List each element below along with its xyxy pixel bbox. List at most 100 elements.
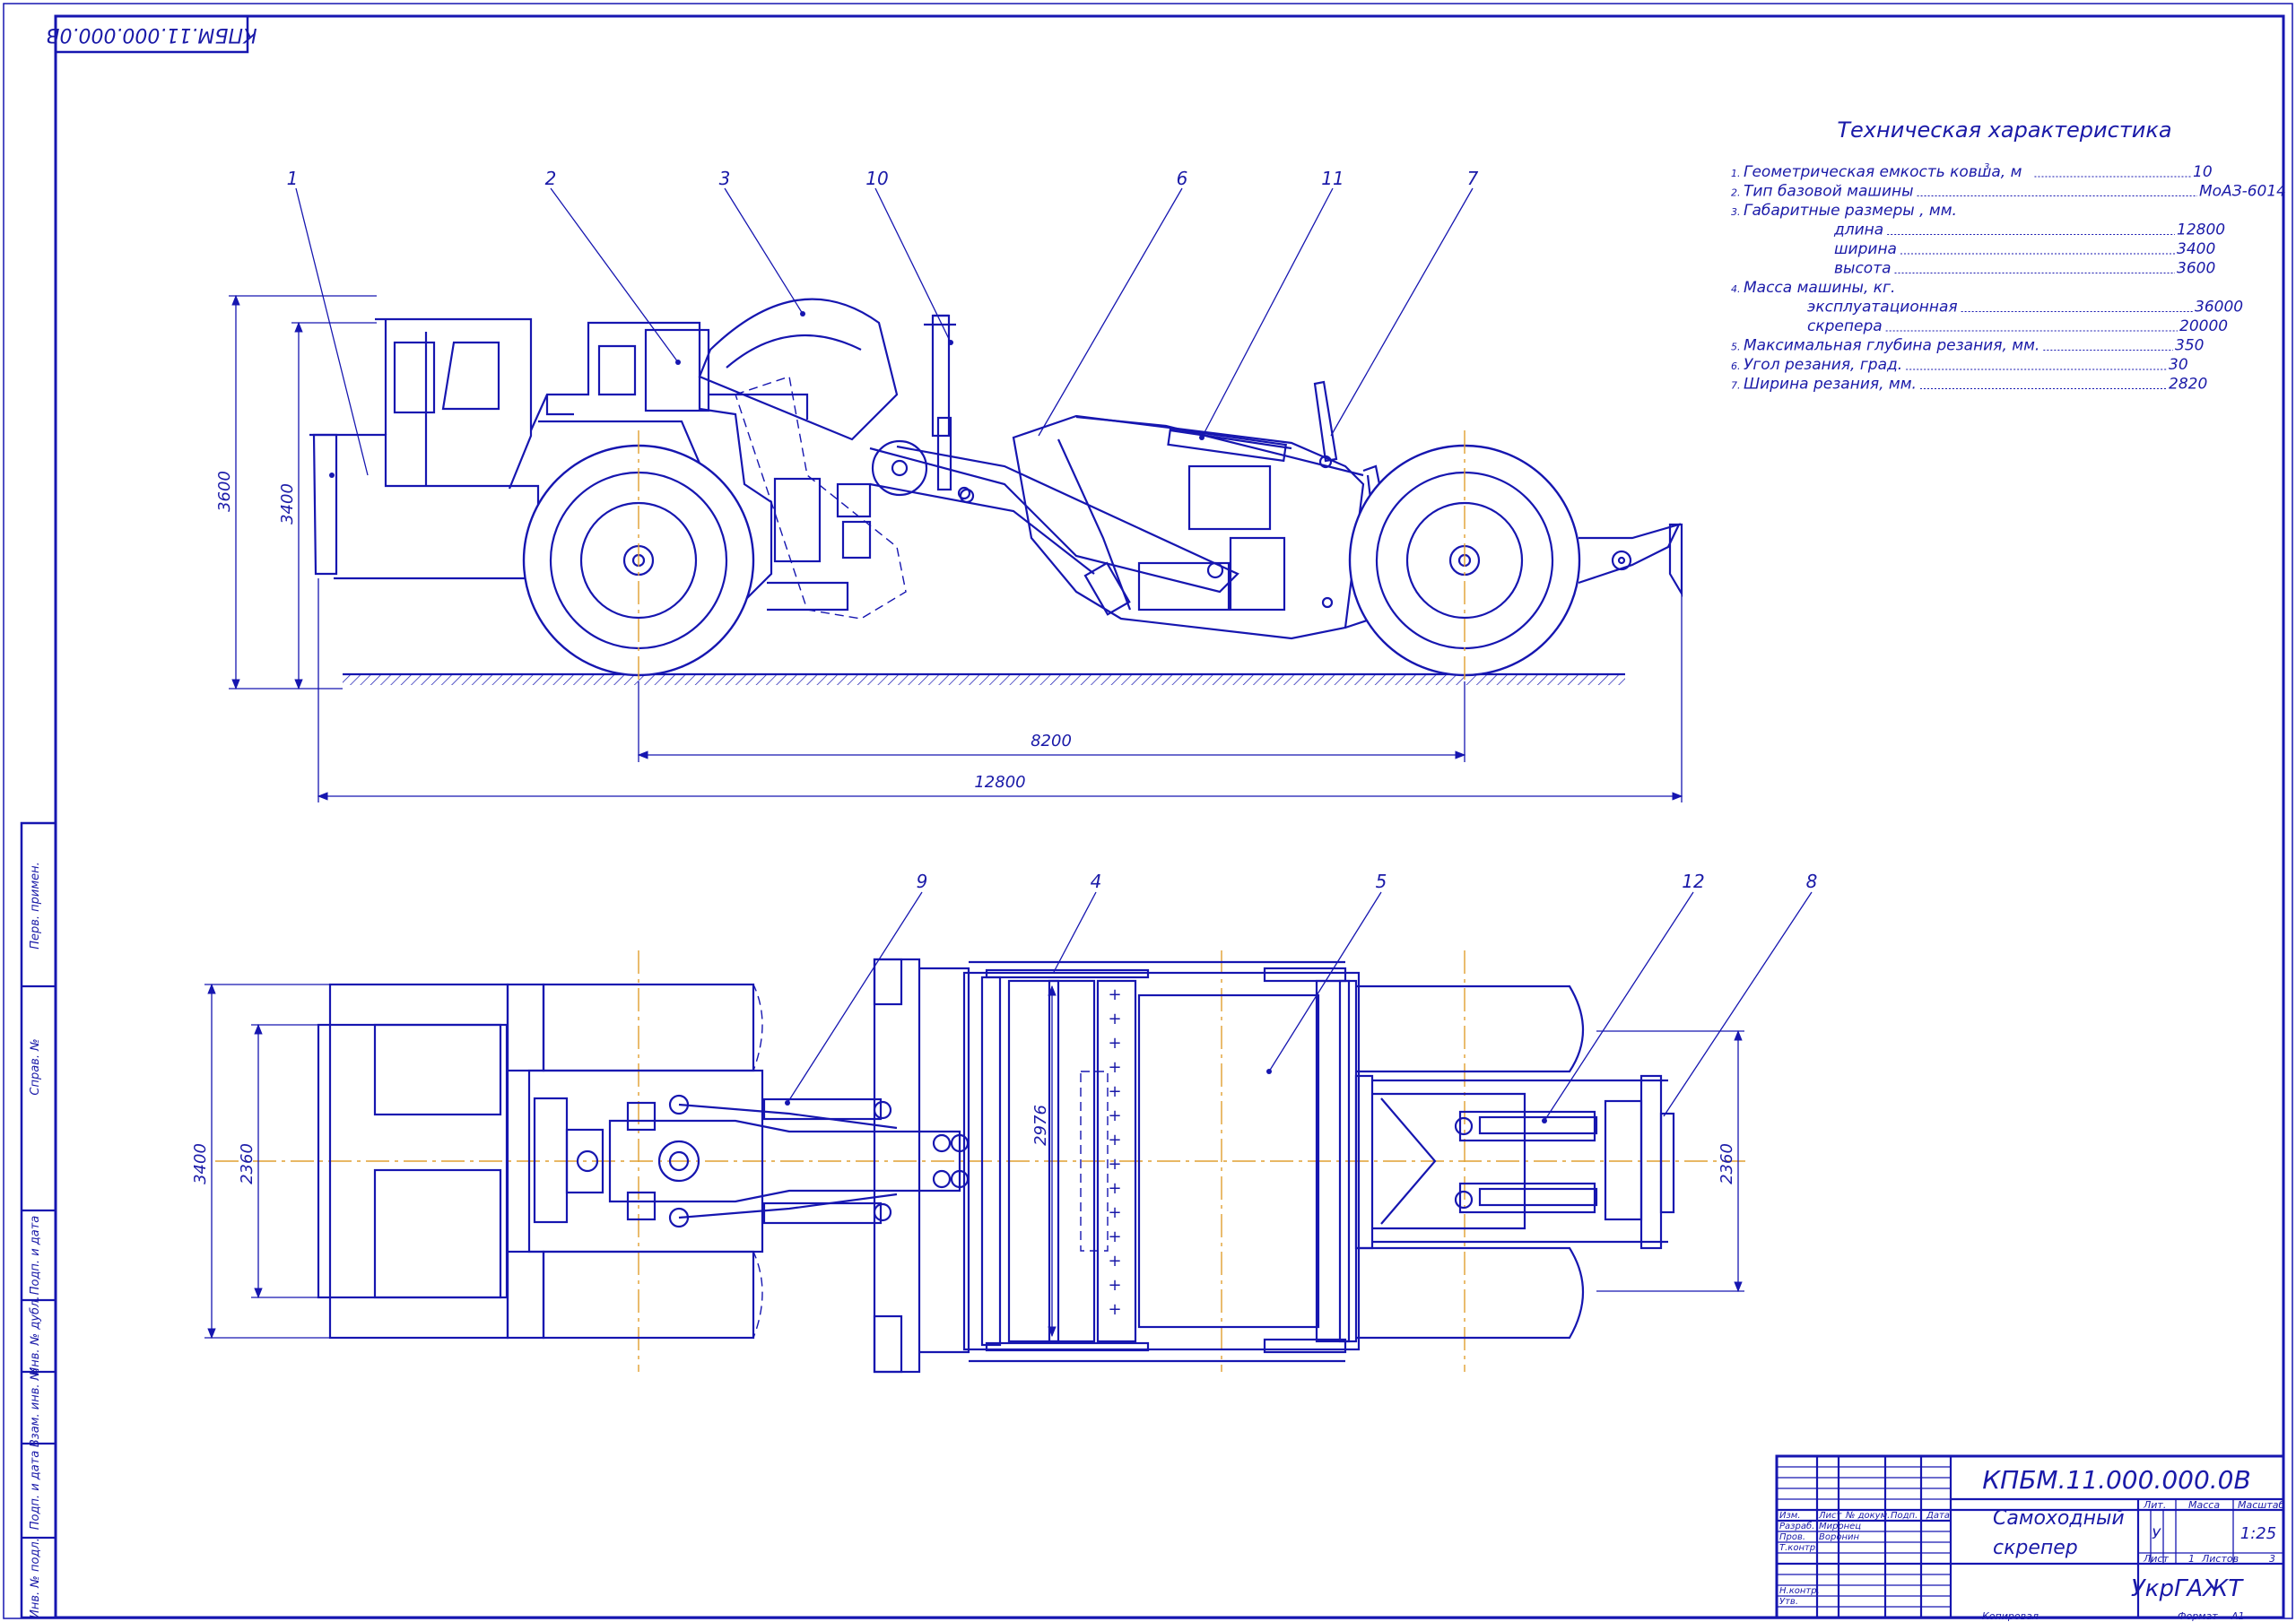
tb-role-1: Пров.: [1779, 1532, 1805, 1542]
spec-label-7: эксплуатационная: [1807, 299, 1958, 317]
tb-sheets-value: 3: [2269, 1553, 2275, 1565]
tb-col-list: Лист: [1818, 1511, 1843, 1521]
callout-9: 9: [917, 871, 928, 892]
strip-label-0: Перв. примен.: [29, 862, 42, 950]
plan-callouts: 9 4 5 12 8: [785, 871, 1817, 1123]
callout-11: 11: [1321, 168, 1344, 189]
spec-label-10: Угол резания, град.: [1744, 356, 1902, 374]
strip-label-6: Инв. № подл.: [29, 1538, 42, 1618]
spec-value-10: 30: [2169, 356, 2188, 374]
callout-5: 5: [1376, 871, 1387, 892]
tb-org: УкрГАЖТ: [2131, 1575, 2244, 1602]
dim-wheelbase: 8200: [1031, 732, 1072, 750]
spec-label-1: Тип базовой машины: [1744, 183, 1914, 201]
tb-mass-label: Масса: [2188, 1499, 2220, 1511]
spec-num-1: 2.: [1731, 187, 1741, 199]
tb-role-4: Утв.: [1779, 1597, 1798, 1607]
spec-num-2: 3.: [1731, 206, 1741, 218]
dim-plan-width: 3400: [191, 1143, 210, 1184]
tb-role-0: Разраб.: [1779, 1521, 1814, 1531]
tb-designation: КПБМ.11.000.000.0В: [1982, 1465, 2250, 1495]
spec-label-5: высота: [1834, 260, 1892, 278]
tb-scale-label: Масштаб: [2238, 1499, 2284, 1511]
strip-label-3: Инв. № дубл.: [29, 1297, 42, 1376]
callout-4: 4: [1091, 871, 1102, 892]
plan-view: ++++++++++++++ 3400 2360 2976 2360 9 4 5…: [191, 871, 1817, 1374]
spec-sup-0: 3: [1984, 162, 1989, 172]
spec-value-4: 3400: [2177, 240, 2215, 258]
top-stamp: КПБМ.11.000.000.0В: [46, 14, 257, 54]
tb-name-line1: Самоходный: [1993, 1507, 2125, 1530]
spec-value-7: 36000: [2195, 299, 2243, 317]
tb-name-0: Миронец: [1819, 1522, 1861, 1531]
tb-format-value: А1: [2231, 1610, 2245, 1622]
tb-lit-label: Лит.: [2143, 1499, 2166, 1511]
strip-label-1: Справ. №: [29, 1038, 42, 1095]
callout-1: 1: [287, 168, 299, 189]
plus-mark: +: [1108, 1034, 1121, 1053]
plus-mark: +: [1108, 985, 1121, 1004]
dim-length: 12800: [974, 773, 1025, 792]
spec-value-1: МоАЗ-6014: [2199, 183, 2286, 201]
dim-height-total: 3600: [215, 471, 234, 512]
callout-10: 10: [865, 168, 888, 189]
tb-sheet-value: 1: [2188, 1553, 2195, 1565]
plus-mark: +: [1108, 1010, 1121, 1028]
tb-lit-value: У: [2152, 1525, 2161, 1542]
tb-format-label: Формат: [2178, 1610, 2218, 1622]
spec-label-11: Ширина резания, мм.: [1744, 376, 1917, 394]
top-stamp-text: КПБМ.11.000.000.0В: [46, 23, 257, 46]
plus-mark: +: [1108, 1300, 1121, 1319]
spec-num-9: 5.: [1731, 342, 1741, 353]
spec-label-0: Геометрическая емкость ковша, м: [1744, 163, 2022, 181]
dim-height-cab: 3400: [278, 483, 297, 525]
bowl-plan: + + + + + + + + + + + + + +: [873, 958, 1361, 1374]
spec-label-9: Максимальная глубина резания, мм.: [1744, 337, 2039, 355]
tb-name-line2: скрепер: [1993, 1537, 2078, 1559]
spec-title: Техническая характеристика: [1837, 117, 2171, 143]
callout-12: 12: [1682, 871, 1704, 892]
tb-name-1: Воронин: [1819, 1532, 1859, 1542]
tb-col-date: Дата: [1926, 1511, 1950, 1521]
spec-num-11: 7.: [1731, 380, 1741, 392]
callout-8: 8: [1806, 871, 1818, 892]
spec-value-9: 350: [2175, 337, 2204, 355]
spec-label-2: Габаритные размеры , мм.: [1744, 202, 1957, 220]
strip-label-2: Подп. и дата: [29, 1216, 42, 1296]
strip-label-4: Взам. инв. №: [29, 1368, 42, 1447]
plus-mark: +: [1108, 1252, 1121, 1271]
plus-mark: +: [1108, 1276, 1121, 1295]
spec-label-4: ширина: [1834, 240, 1897, 258]
plus-mark: +: [1108, 1203, 1121, 1222]
plus-mark: +: [1108, 1155, 1121, 1174]
spec-label-3: длина: [1833, 221, 1883, 239]
side-callouts: 1 2 3 10 6 11 7: [287, 168, 1479, 478]
strip-label-5: Подп. и дата: [29, 1451, 42, 1531]
tb-col-podp: Подп.: [1891, 1511, 1918, 1521]
tb-role-2: Т.контр.: [1779, 1543, 1818, 1553]
rear-plan: [1354, 984, 1675, 1340]
tb-sheet-label: Лист: [2143, 1553, 2169, 1565]
plus-mark: +: [1108, 1227, 1121, 1246]
spec-label-6: Масса машины, кг.: [1744, 279, 1895, 297]
title-block: КПБМ.11.000.000.0В Самоходный скрепер Из…: [1775, 1454, 2285, 1622]
spec-value-3: 12800: [2177, 221, 2225, 239]
tb-col-izm: Изм.: [1779, 1511, 1801, 1521]
plus-mark: +: [1108, 1179, 1121, 1198]
tech-spec: Техническая характеристика 1. Геометричес…: [1731, 117, 2286, 394]
tb-role-3: Н.контр.: [1779, 1586, 1820, 1596]
spec-num-6: 4.: [1731, 283, 1741, 295]
outer-border: [3, 3, 2293, 1619]
ground-hatch: [343, 674, 1625, 685]
plus-mark: +: [1108, 1058, 1121, 1077]
callout-2: 2: [545, 168, 557, 189]
spec-num-0: 1.: [1731, 168, 1741, 179]
dim-plan-track-rear: 2360: [1718, 1143, 1736, 1184]
spec-label-8: скрепера: [1807, 317, 1883, 335]
callout-3: 3: [719, 168, 731, 189]
tb-copied: Копировал: [1982, 1610, 2039, 1622]
inner-frame: [54, 14, 2285, 1619]
tb-sheets-label: Листов: [2201, 1553, 2239, 1565]
dim-plan-track-front: 2360: [238, 1143, 257, 1184]
spec-value-8: 20000: [2179, 317, 2228, 335]
